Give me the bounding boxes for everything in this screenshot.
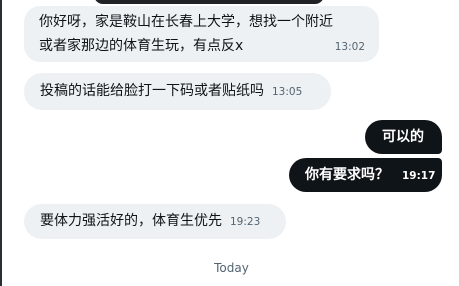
message-timestamp: 13:05 <box>272 86 303 98</box>
message-timestamp: 19:17 <box>402 170 436 182</box>
message-text-line: 或者家那边的体育生玩，有点反x <box>39 38 244 54</box>
message-timestamp: 13:02 <box>334 41 365 53</box>
message-text: 可以的 <box>382 129 424 145</box>
incoming-message[interactable]: 要体力强活好的，体育生优先 19:23 <box>24 204 286 239</box>
message-text: 你有要求吗？ <box>305 167 389 183</box>
incoming-message[interactable]: 投稿的话能给脸打一下码或者贴纸吗 13:05 <box>24 73 331 110</box>
message-text: 投稿的话能给脸打一下码或者贴纸吗 <box>40 83 264 99</box>
message-timestamp: 19:23 <box>230 216 261 228</box>
outgoing-message[interactable]: 你有要求吗？ 19:17 <box>289 158 442 192</box>
conversation-thread: 你好呀，家是鞍山在长春上大学，想找一个附近 或者家那边的体育生玩，有点反x 13… <box>0 0 459 286</box>
cropped-message-bubble <box>94 0 324 4</box>
day-divider: Today <box>214 261 249 275</box>
message-text-line: 你好呀，家是鞍山在长春上大学，想找一个附近 <box>39 14 333 30</box>
outgoing-message[interactable]: 可以的 <box>365 120 442 154</box>
message-text: 要体力强活好的，体育生优先 <box>40 213 222 229</box>
incoming-message[interactable]: 你好呀，家是鞍山在长春上大学，想找一个附近 或者家那边的体育生玩，有点反x 13… <box>24 6 379 62</box>
